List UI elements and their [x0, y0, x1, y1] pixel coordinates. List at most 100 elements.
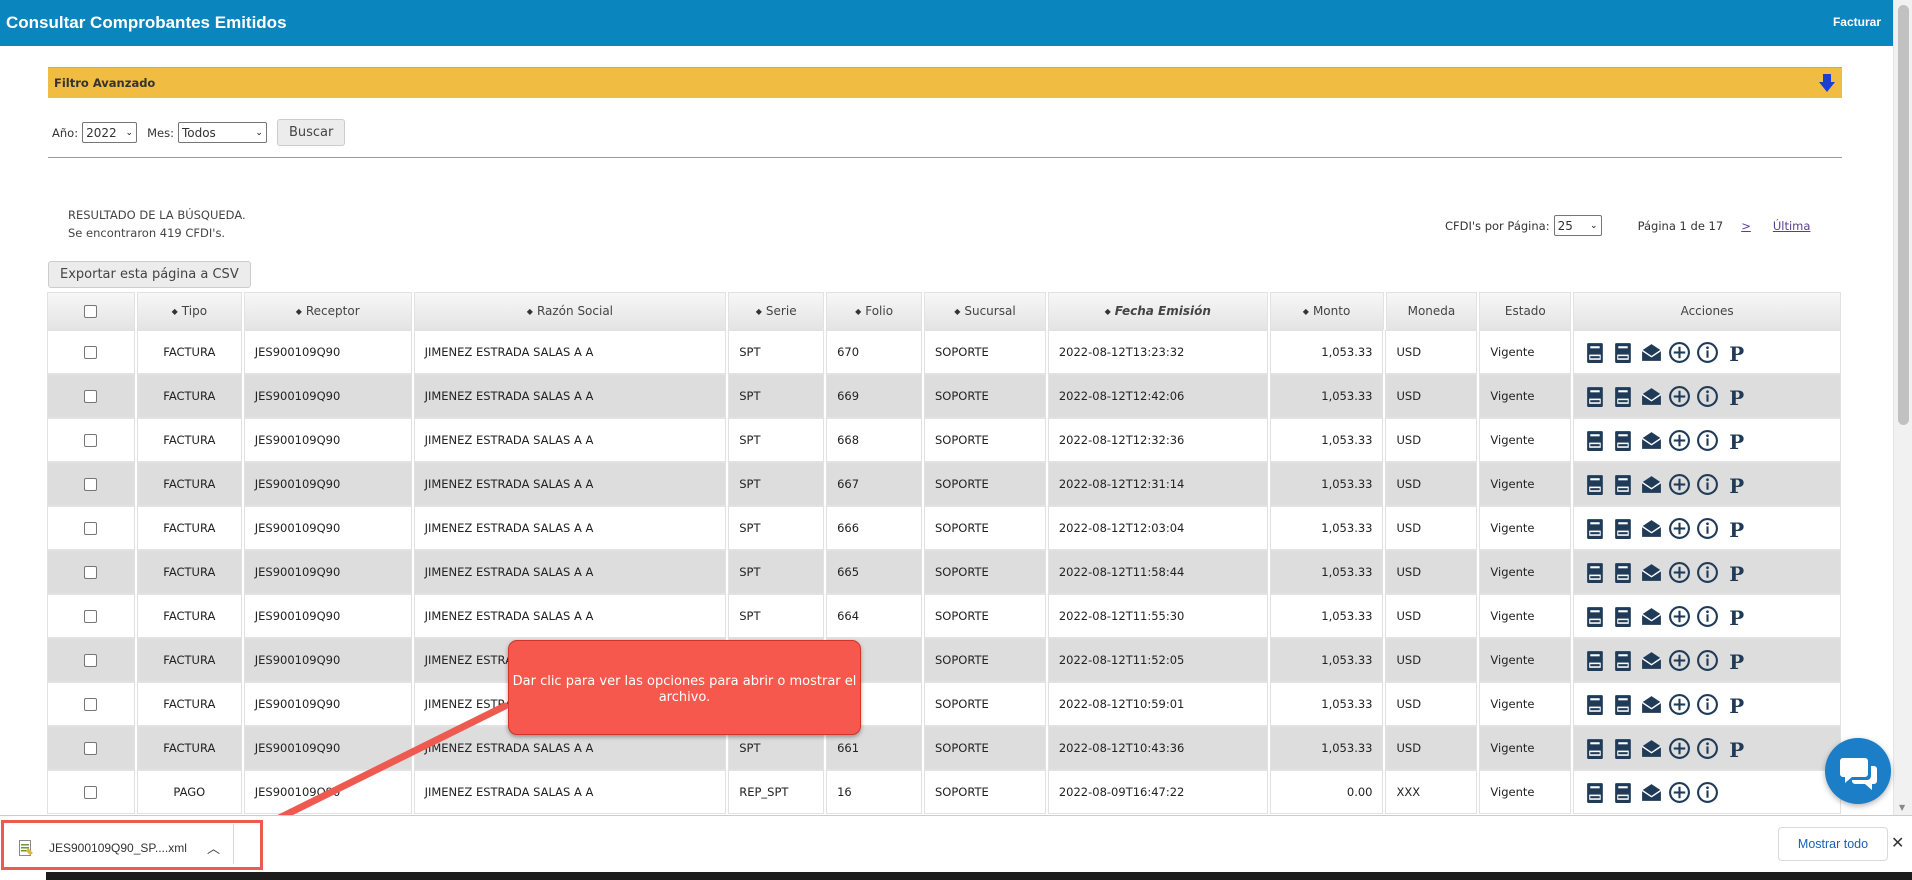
info-icon[interactable]	[1696, 341, 1719, 364]
row-checkbox[interactable]	[84, 653, 98, 667]
add-icon[interactable]	[1668, 561, 1691, 584]
email-icon[interactable]	[1640, 649, 1663, 672]
scrollbar-thumb[interactable]	[1898, 5, 1909, 425]
add-icon[interactable]	[1668, 429, 1691, 452]
payment-p-icon[interactable]: P	[1724, 693, 1747, 716]
last-page-link[interactable]: Última	[1773, 219, 1811, 233]
info-icon[interactable]	[1696, 605, 1719, 628]
chevron-up-icon[interactable]: ︿	[207, 838, 220, 857]
row-checkbox[interactable]	[84, 741, 98, 755]
pdf-download-icon[interactable]	[1612, 649, 1635, 672]
pdf-download-icon[interactable]	[1612, 341, 1635, 364]
email-icon[interactable]	[1640, 385, 1663, 408]
row-checkbox[interactable]	[84, 565, 98, 579]
payment-p-icon[interactable]: P	[1724, 341, 1747, 364]
add-icon[interactable]	[1668, 693, 1691, 716]
row-checkbox[interactable]	[84, 345, 98, 359]
row-checkbox[interactable]	[84, 609, 98, 623]
xml-download-icon[interactable]	[1584, 517, 1607, 540]
pdf-download-icon[interactable]	[1612, 693, 1635, 716]
page-scrollbar[interactable]: ▼	[1893, 0, 1912, 815]
close-icon[interactable]: ✕	[1891, 833, 1904, 852]
xml-download-icon[interactable]	[1584, 561, 1607, 584]
info-icon[interactable]	[1696, 649, 1719, 672]
email-icon[interactable]	[1640, 473, 1663, 496]
pdf-download-icon[interactable]	[1612, 781, 1635, 804]
info-icon[interactable]	[1696, 473, 1719, 496]
payment-p-icon[interactable]: P	[1724, 737, 1747, 760]
pdf-download-icon[interactable]	[1612, 605, 1635, 628]
email-icon[interactable]	[1640, 429, 1663, 452]
xml-download-icon[interactable]	[1584, 781, 1607, 804]
pdf-download-icon[interactable]	[1612, 429, 1635, 452]
pdf-download-icon[interactable]	[1612, 517, 1635, 540]
row-checkbox[interactable]	[84, 697, 98, 711]
payment-p-icon[interactable]: P	[1724, 385, 1747, 408]
payment-p-icon[interactable]: P	[1724, 605, 1747, 628]
payment-p-icon[interactable]: P	[1724, 649, 1747, 672]
col-monto[interactable]: ◆ Monto	[1269, 292, 1384, 330]
row-checkbox[interactable]	[84, 521, 98, 535]
col-sucursal[interactable]: ◆ Sucursal	[924, 292, 1046, 330]
scroll-down-icon[interactable]: ▼	[1899, 803, 1905, 812]
xml-download-icon[interactable]	[1584, 649, 1607, 672]
email-icon[interactable]	[1640, 341, 1663, 364]
info-icon[interactable]	[1696, 781, 1719, 804]
info-icon[interactable]	[1696, 517, 1719, 540]
expand-arrow-icon[interactable]	[1818, 73, 1836, 93]
per-page-select[interactable]: 25 ⌄	[1553, 215, 1602, 236]
payment-p-icon[interactable]: P	[1724, 561, 1747, 584]
xml-download-icon[interactable]	[1584, 473, 1607, 496]
xml-download-icon[interactable]	[1584, 737, 1607, 760]
xml-download-icon[interactable]	[1584, 429, 1607, 452]
add-icon[interactable]	[1668, 649, 1691, 672]
download-item[interactable]: JES900109Q90_SP....xml ︿	[1, 820, 263, 870]
info-icon[interactable]	[1696, 429, 1719, 452]
facturar-link[interactable]: Facturar	[1833, 15, 1881, 29]
payment-p-icon[interactable]: P	[1724, 517, 1747, 540]
row-checkbox[interactable]	[84, 389, 98, 403]
pdf-download-icon[interactable]	[1612, 473, 1635, 496]
info-icon[interactable]	[1696, 737, 1719, 760]
info-icon[interactable]	[1696, 561, 1719, 584]
pdf-download-icon[interactable]	[1612, 737, 1635, 760]
pdf-download-icon[interactable]	[1612, 385, 1635, 408]
col-receptor[interactable]: ◆ Receptor	[243, 292, 412, 330]
add-icon[interactable]	[1668, 473, 1691, 496]
xml-download-icon[interactable]	[1584, 385, 1607, 408]
chat-button[interactable]	[1825, 738, 1891, 804]
xml-download-icon[interactable]	[1584, 693, 1607, 716]
pdf-download-icon[interactable]	[1612, 561, 1635, 584]
row-checkbox[interactable]	[84, 433, 98, 447]
search-button[interactable]: Buscar	[276, 119, 346, 146]
email-icon[interactable]	[1640, 693, 1663, 716]
month-select[interactable]: Todos ⌄	[177, 122, 267, 143]
add-icon[interactable]	[1668, 517, 1691, 540]
payment-p-icon[interactable]: P	[1724, 429, 1747, 452]
col-tipo[interactable]: ◆ Tipo	[136, 292, 242, 330]
email-icon[interactable]	[1640, 517, 1663, 540]
email-icon[interactable]	[1640, 781, 1663, 804]
col-fecha-emision[interactable]: ◆ Fecha Emisión	[1047, 292, 1268, 330]
export-csv-button[interactable]: Exportar esta página a CSV	[48, 261, 251, 288]
info-icon[interactable]	[1696, 693, 1719, 716]
email-icon[interactable]	[1640, 605, 1663, 628]
row-checkbox[interactable]	[84, 785, 98, 799]
email-icon[interactable]	[1640, 737, 1663, 760]
add-icon[interactable]	[1668, 781, 1691, 804]
col-serie[interactable]: ◆ Serie	[728, 292, 825, 330]
next-page-link[interactable]: >	[1741, 219, 1751, 233]
xml-download-icon[interactable]	[1584, 341, 1607, 364]
select-all-checkbox[interactable]	[84, 304, 98, 318]
year-select[interactable]: 2022 ⌄	[82, 122, 138, 143]
payment-p-icon[interactable]: P	[1724, 473, 1747, 496]
col-razon-social[interactable]: ◆ Razón Social	[413, 292, 727, 330]
row-checkbox[interactable]	[84, 477, 98, 491]
add-icon[interactable]	[1668, 341, 1691, 364]
add-icon[interactable]	[1668, 737, 1691, 760]
show-all-button[interactable]: Mostrar todo	[1778, 827, 1888, 861]
col-folio[interactable]: ◆ Folio	[826, 292, 923, 330]
advanced-filter-bar[interactable]: Filtro Avanzado	[48, 67, 1842, 98]
add-icon[interactable]	[1668, 385, 1691, 408]
add-icon[interactable]	[1668, 605, 1691, 628]
